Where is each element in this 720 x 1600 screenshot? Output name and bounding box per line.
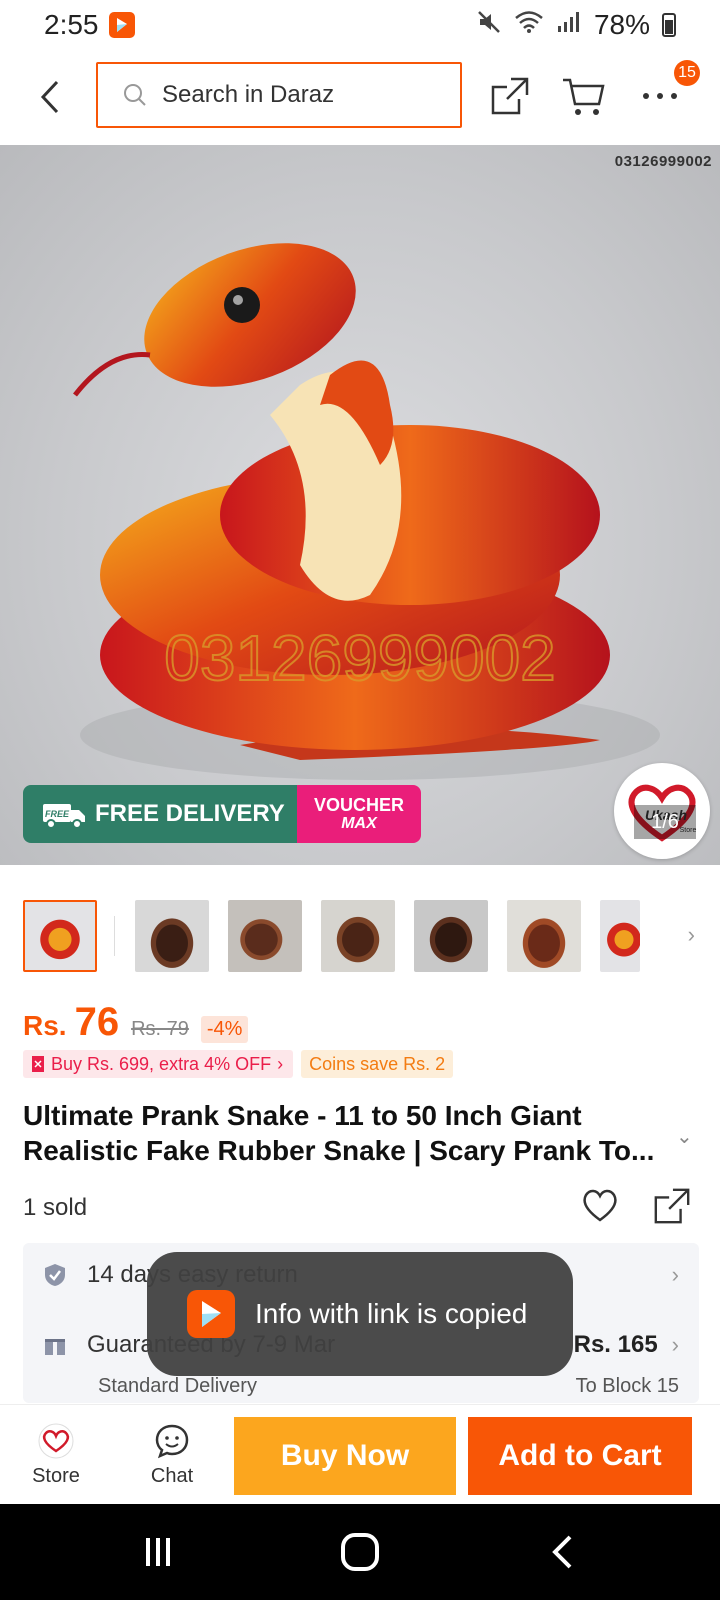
search-bar[interactable]: Search in Daraz [96,62,462,128]
chevron-right-icon: › [671,1332,679,1357]
system-back-button[interactable] [532,1532,592,1572]
thumbnail[interactable] [414,900,488,972]
chevron-right-icon[interactable]: › [688,922,695,948]
chevron-right-icon: › [671,1262,679,1287]
thumbnail-strip: › [23,898,703,974]
bundle-promo-tag[interactable]: Buy Rs. 699, extra 4% OFF › [23,1050,294,1078]
thumbnail[interactable] [321,900,395,972]
search-placeholder: Search in Daraz [162,81,335,108]
promo-banner: FREE FREE DELIVERY VOUCHER MAX [23,785,421,843]
store-button[interactable]: Store [16,1423,96,1488]
price-value: 76 [74,1000,120,1044]
home-icon [341,1533,379,1571]
toast-notification: Info with link is copied [147,1252,573,1376]
delivery-type: Standard Delivery [98,1375,257,1397]
package-icon [45,1335,65,1355]
free-delivery-text: FREE DELIVERY [95,800,285,827]
more-dots-icon [643,93,677,99]
back-arrow-icon [40,80,59,114]
voucher-text: VOUCHER [313,795,404,815]
toast-message: Info with link is copied [255,1298,528,1329]
thumbnail[interactable] [228,900,302,972]
thumbnail[interactable] [135,900,209,972]
bundle-promo-text: Buy Rs. 699, extra 4% OFF [51,1053,272,1074]
chevron-down-icon[interactable]: ⌄ [676,1124,693,1149]
price-currency: Rs. [23,1010,67,1041]
daraz-notification-icon [108,12,135,38]
discount-badge: -4% [200,1016,249,1043]
original-price: Rs. 79 [131,1018,189,1040]
thumbnail-divider [114,916,115,956]
product-title: Ultimate Prank Snake - 11 to 50 Inch Gia… [23,1100,655,1166]
recents-icon [146,1538,170,1566]
share-icon [654,1188,690,1224]
battery-text: 78% [593,9,650,40]
more-options-button[interactable]: 15 [636,60,700,120]
signal-icon [556,9,582,41]
coins-tag[interactable]: Coins save Rs. 2 [301,1050,454,1078]
delivery-address: To Block 15 [575,1375,679,1397]
heart-icon [583,1189,617,1222]
add-to-cart-button[interactable]: Add to Cart [468,1417,692,1495]
store-label: Store [32,1465,80,1487]
sold-count: 1 sold [23,1194,88,1221]
snake-image: 03126999002 [73,243,660,780]
delivery-fee: Rs. 165 [573,1331,658,1358]
bottom-action-bar: Store Chat Buy Now Add to Cart [0,1404,720,1504]
chat-icon [155,1424,189,1459]
status-time: 2:55 [44,9,99,40]
image-counter: 1/6 [634,805,696,839]
chat-button[interactable]: Chat [132,1423,212,1488]
price-row: Rs. 76 Rs. 79 -4% [23,1000,249,1045]
mute-icon [476,9,502,42]
daraz-logo-icon [187,1290,235,1338]
voucher-icon [32,1056,44,1072]
chevron-right-icon: › [277,1053,284,1074]
recent-apps-button[interactable] [128,1532,188,1572]
wishlist-button[interactable] [580,1186,622,1228]
voucher-max-badge: VOUCHER MAX [297,785,421,843]
image-watermark-large: 03126999002 [164,622,556,694]
wifi-icon [514,9,544,41]
back-icon [552,1535,572,1569]
thumbnail[interactable] [23,900,97,972]
share-button[interactable] [652,1186,694,1228]
system-nav-bar [0,1504,720,1600]
free-delivery-badge: FREE FREE DELIVERY [23,785,297,843]
search-icon [124,84,146,106]
buy-now-button[interactable]: Buy Now [234,1417,456,1495]
svg-text:FREE: FREE [45,809,70,819]
thumbnail[interactable] [600,900,640,972]
chat-label: Chat [150,1465,194,1487]
share-icon [491,77,529,115]
share-header-button[interactable] [486,72,534,120]
top-header: Search in Daraz 15 [0,50,720,144]
voucher-max-text: MAX [341,815,377,832]
cart-icon [563,78,605,115]
promo-tags: Buy Rs. 699, extra 4% OFF › Coins save R… [23,1050,454,1078]
truck-icon: FREE [43,804,85,829]
shield-check-icon [45,1264,65,1286]
cart-button[interactable] [560,72,608,120]
product-image-gallery[interactable]: 03126999002 03126999002 FREE FREE DELIVE… [0,145,720,865]
battery-icon [662,13,676,37]
back-button[interactable] [30,72,70,122]
store-logo-icon [38,1423,74,1459]
thumbnail[interactable] [507,900,581,972]
home-button[interactable] [330,1532,390,1572]
status-bar: 2:55 78% [0,0,720,50]
notification-badge: 15 [674,60,700,86]
